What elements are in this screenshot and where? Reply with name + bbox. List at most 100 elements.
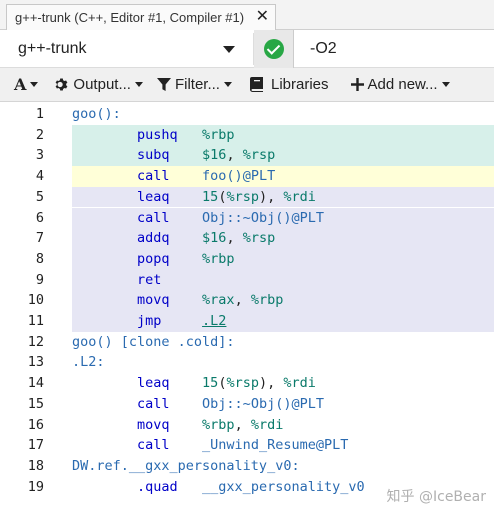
code-line[interactable]: 10 movq %rax, %rbp [0, 290, 494, 311]
filter-label: Filter... [174, 76, 220, 93]
code-text: popq %rbp [72, 249, 235, 270]
code-text: call Obj::~Obj()@PLT [72, 394, 324, 415]
code-line[interactable]: 1 goo(): [0, 104, 494, 125]
code-token: Obj::~Obj() [202, 395, 292, 412]
code-token: leaq [72, 188, 203, 205]
output-label: Output... [73, 76, 131, 93]
line-number: 4 [35, 168, 44, 185]
code-line[interactable]: 7 addq $16, %rsp [0, 228, 494, 249]
plus-icon [350, 78, 364, 91]
code-token[interactable]: .L2 [202, 313, 226, 329]
libraries-label: Libraries [270, 76, 329, 93]
code-text: leaq 15(%rsp), %rdi [72, 373, 316, 394]
line-number: 12 [27, 333, 44, 350]
code-line[interactable]: 13 .L2: [0, 352, 494, 373]
line-number: 2 [35, 126, 44, 143]
code-token: _Unwind_Resume@PLT [202, 437, 349, 454]
code-token: %rsp [242, 230, 276, 247]
chevron-down-icon [223, 82, 232, 87]
code-token: @PLT [291, 395, 324, 412]
code-line[interactable]: 4 call foo()@PLT [0, 166, 494, 187]
filter-button[interactable]: Filter... [151, 68, 238, 102]
code-line[interactable]: 17 call _Unwind_Resume@PLT [0, 435, 494, 456]
code-line[interactable]: 16 movq %rbp, %rdi [0, 415, 494, 436]
assembly-output-editor[interactable]: 1 goo(): 2 pushq %rbp 3 subq $16, %rsp 4 cal… [0, 102, 494, 520]
compiler-select[interactable]: g++-trunk [8, 33, 254, 65]
code-token: %rax [202, 292, 235, 309]
code-token: , [226, 230, 243, 247]
line-number: 15 [27, 395, 44, 412]
code-token: subq [72, 147, 203, 164]
code-token: .quad [72, 478, 203, 495]
code-token: %rdi [250, 416, 284, 433]
code-token: %rbp [202, 126, 235, 143]
font-size-button[interactable]: A [0, 68, 44, 102]
line-number: 5 [35, 188, 44, 205]
chevron-down-icon [441, 82, 450, 87]
add-new-label: Add new... [367, 76, 438, 93]
code-token: 15 [202, 188, 219, 205]
code-text: movq %rbp, %rdi [72, 415, 283, 436]
code-token: jmp [72, 313, 203, 329]
editor-tab[interactable]: g++-trunk (C++, Editor #1, Compiler #1) … [6, 4, 276, 30]
line-number: 13 [27, 354, 44, 371]
line-number: 6 [35, 209, 44, 226]
code-token: pushq [72, 126, 203, 143]
close-icon[interactable]: ✕ [256, 8, 269, 26]
line-number: 11 [27, 313, 44, 329]
code-text: DW.ref.__gxx_personality_v0: [72, 456, 300, 477]
compiler-row: g++-trunk -O2 [0, 30, 494, 68]
code-token: goo() [clone .cold]: [72, 333, 235, 350]
add-new-button[interactable]: Add new... [345, 68, 456, 102]
code-token: @PLT [291, 209, 324, 226]
code-text: call foo()@PLT [72, 166, 275, 187]
compiler-options-input[interactable]: -O2 [310, 30, 337, 68]
code-line[interactable]: 2 pushq %rbp [0, 124, 494, 146]
code-token: %rbp [250, 292, 284, 309]
code-line[interactable]: 11 jmp .L2 [0, 311, 494, 332]
code-text: goo(): [72, 104, 121, 125]
output-button[interactable]: Output... [48, 68, 149, 102]
code-token: addq [72, 230, 203, 247]
line-number: 9 [35, 271, 44, 288]
code-token: @PLT [242, 168, 276, 185]
code-line[interactable]: 15 call Obj::~Obj()@PLT [0, 394, 494, 415]
code-token: call [72, 395, 203, 412]
code-line[interactable]: 12 goo() [clone .cold]: [0, 332, 494, 353]
code-token: , [234, 292, 251, 309]
watermark: 知乎 @IceBear [386, 489, 486, 505]
code-line[interactable]: 5 leaq 15(%rsp), %rdi [0, 186, 494, 208]
code-token: , [234, 416, 251, 433]
line-number: 3 [35, 147, 44, 164]
line-number: 18 [27, 457, 44, 474]
check-icon [263, 39, 284, 59]
code-token: ret [72, 271, 162, 288]
code-text: .L2: [72, 352, 105, 373]
code-line[interactable]: 14 leaq 15(%rsp), %rdi [0, 373, 494, 394]
code-token: foo() [202, 168, 243, 185]
code-token: DW.ref.__gxx_personality_v0: [72, 457, 300, 474]
code-line[interactable]: 3 subq $16, %rsp [0, 145, 494, 167]
code-token: , [226, 147, 243, 164]
code-line[interactable]: 6 call Obj::~Obj()@PLT [0, 207, 494, 229]
code-token: %rsp [226, 188, 259, 205]
toolbar: A Output... Filter... Libraries Add new.… [0, 68, 494, 102]
code-line[interactable]: 8 popq %rbp [0, 248, 494, 270]
compiler-name: g++-trunk [18, 40, 87, 57]
code-text: leaq 15(%rsp), %rdi [72, 187, 316, 208]
libraries-button[interactable]: Libraries [244, 68, 335, 102]
code-token: movq [72, 416, 203, 433]
code-line[interactable]: 9 ret [0, 269, 494, 291]
code-token: __gxx_personality_v0 [202, 478, 365, 495]
code-text: .quad __gxx_personality_v0 [72, 477, 365, 498]
code-text: pushq %rbp [72, 125, 235, 146]
compile-status[interactable] [254, 30, 294, 68]
code-text: call _Unwind_Resume@PLT [72, 435, 348, 456]
filter-icon [156, 77, 171, 92]
code-line[interactable]: 18 DW.ref.__gxx_personality_v0: [0, 456, 494, 477]
code-token: ), [258, 375, 284, 392]
line-number: 19 [27, 478, 44, 495]
chevron-down-icon [223, 46, 235, 53]
code-token: movq [72, 292, 203, 309]
tab-bar: g++-trunk (C++, Editor #1, Compiler #1) … [0, 0, 494, 30]
